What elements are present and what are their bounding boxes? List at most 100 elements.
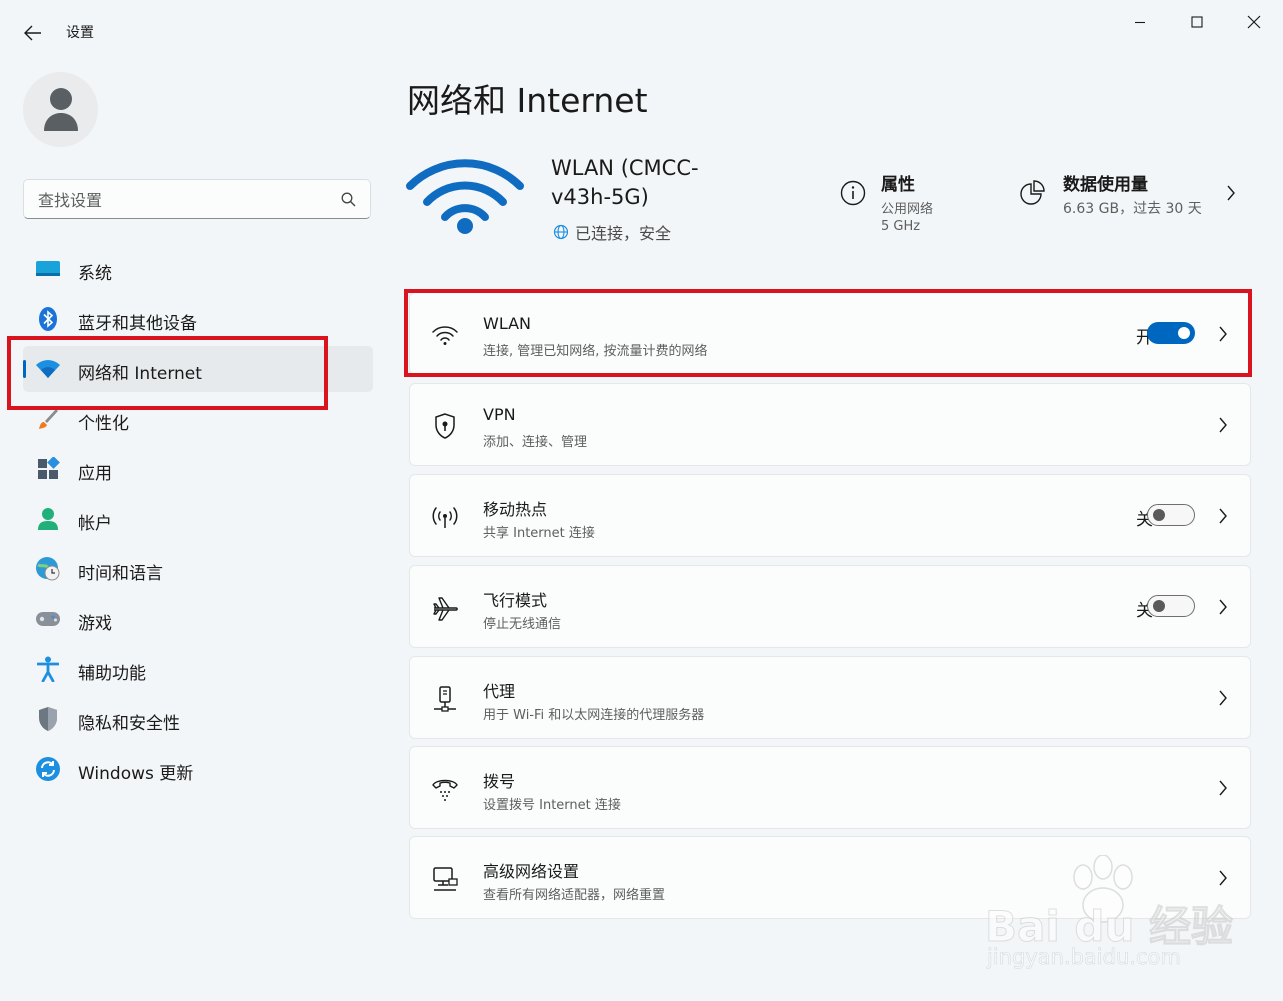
hotspot-toggle[interactable] [1147,504,1195,526]
search-icon[interactable] [341,192,356,207]
properties-title: 属性 [881,175,915,195]
card-mobile-hotspot[interactable]: 移动热点 共享 Internet 连接 关 [409,474,1251,557]
sidebar-item-privacy[interactable]: 隐私和安全性 [23,696,373,742]
monitor-icon [35,257,61,281]
info-icon [840,180,866,206]
toggle-knob [1153,600,1165,612]
card-subtitle: 用于 Wi-Fi 和以太网连接的代理服务器 [483,708,705,723]
sidebar-item-accounts[interactable]: 帐户 [23,496,373,542]
accessibility-icon [35,656,61,682]
search-box [23,179,371,220]
maximize-icon [1191,16,1203,28]
wifi-icon [428,319,462,351]
pie-chart-icon [1020,180,1045,205]
wifi-icon [35,357,61,381]
gamepad-icon [35,607,61,631]
card-vpn[interactable]: VPN 添加、连接、管理 [409,383,1251,466]
sidebar-item-label: 时间和语言 [78,564,163,584]
maximize-button[interactable] [1174,6,1220,38]
chevron-right-icon [1219,780,1227,796]
settings-window: 设置 系统 [0,0,1283,1001]
network-status: 已连接，安全 [553,220,671,244]
chevron-right-icon [1219,326,1227,342]
chevron-right-icon [1219,599,1227,615]
close-button[interactable] [1231,6,1277,38]
dialup-icon [428,773,462,805]
page-title: 网络和 Internet [407,81,648,120]
hotspot-icon [428,501,462,533]
card-wlan[interactable]: WLAN 连接, 管理已知网络, 按流量计费的网络 开 [409,292,1251,375]
chevron-right-icon [1219,870,1227,886]
chevron-right-icon [1219,508,1227,524]
title-bar: 设置 [0,0,1283,62]
sidebar-item-apps[interactable]: 应用 [23,446,373,492]
card-subtitle: 连接, 管理已知网络, 按流量计费的网络 [483,344,708,359]
sidebar-item-label: 网络和 Internet [78,364,202,384]
sidebar-item-time-language[interactable]: 时间和语言 [23,546,373,592]
network-name: WLAN (CMCC-v43h-5G) [551,156,699,209]
toggle-knob [1153,509,1165,521]
card-subtitle: 查看所有网络适配器，网络重置 [483,888,666,903]
card-title: 移动热点 [483,500,548,519]
properties-network-type: 公用网络 [881,202,934,217]
card-title: WLAN [483,314,532,333]
back-button[interactable] [18,18,48,48]
vpn-shield-icon [428,410,462,442]
sidebar-item-gaming[interactable]: 游戏 [23,596,373,642]
minimize-icon [1135,21,1145,24]
card-subtitle: 共享 Internet 连接 [483,526,595,541]
sidebar-item-bluetooth[interactable]: 蓝牙和其他设备 [23,296,373,342]
update-icon [35,757,61,781]
account-icon [35,507,61,531]
clock-globe-icon [35,557,61,581]
search-input[interactable] [36,180,340,220]
sidebar-nav: 系统 蓝牙和其他设备 网络和 Internet 个性化 应用 帐户 时间和语言 … [23,246,373,796]
data-usage-title: 数据使用量 [1063,175,1148,195]
app-title: 设置 [66,25,94,41]
sidebar-item-windows-update[interactable]: Windows 更新 [23,746,373,792]
minimize-button[interactable] [1117,6,1163,38]
shield-icon [35,707,61,731]
card-title: VPN [483,405,516,424]
apps-icon [35,457,61,481]
advanced-network-icon [428,863,462,895]
card-subtitle: 设置拨号 Internet 连接 [483,798,621,813]
airplane-mode-toggle[interactable] [1147,595,1195,617]
globe-icon [553,224,569,240]
card-title: 拨号 [483,772,516,791]
card-subtitle: 停止无线通信 [483,617,562,632]
card-title: 飞行模式 [483,591,548,610]
watermark-url: jingyan.baidu.com [987,945,1181,970]
sidebar-item-label: 游戏 [78,614,112,634]
arrow-left-icon [24,25,41,41]
sidebar-item-label: 辅助功能 [78,664,146,684]
sidebar-item-label: Windows 更新 [78,764,194,784]
sidebar-item-label: 个性化 [78,414,129,434]
sidebar-item-label: 帐户 [78,514,112,534]
brush-icon [35,407,61,431]
card-subtitle: 添加、连接、管理 [483,435,588,450]
card-title: 代理 [483,682,516,701]
close-icon [1247,15,1261,29]
card-title: 高级网络设置 [483,862,580,881]
network-status-text: 已连接，安全 [575,224,672,243]
chevron-right-icon [1219,417,1227,433]
properties-band: 5 GHz [881,219,921,234]
card-airplane-mode[interactable]: 飞行模式 停止无线通信 关 [409,565,1251,648]
sidebar-item-system[interactable]: 系统 [23,246,373,292]
card-proxy[interactable]: 代理 用于 Wi-Fi 和以太网连接的代理服务器 [409,656,1251,739]
sidebar-item-accessibility[interactable]: 辅助功能 [23,646,373,692]
card-advanced-network[interactable]: 高级网络设置 查看所有网络适配器，网络重置 [409,836,1251,919]
sidebar-item-network[interactable]: 网络和 Internet [23,346,373,392]
user-avatar[interactable] [23,72,98,147]
sidebar-item-label: 隐私和安全性 [78,714,180,734]
sidebar-item-personalization[interactable]: 个性化 [23,396,373,442]
wlan-toggle[interactable] [1147,322,1195,344]
wifi-large-icon [406,159,524,234]
card-dialup[interactable]: 拨号 设置拨号 Internet 连接 [409,746,1251,829]
bluetooth-icon [35,307,61,331]
chevron-right-icon [1219,690,1227,706]
data-usage-link[interactable]: 数据使用量 6.63 GB，过去 30 天 [1020,168,1250,228]
active-indicator [23,360,26,378]
chevron-right-icon [1227,185,1235,201]
